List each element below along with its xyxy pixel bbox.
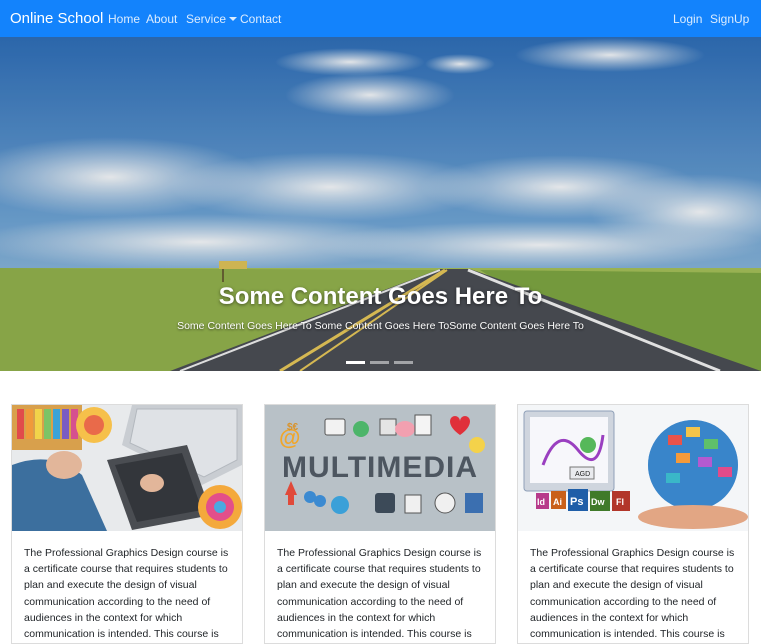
- chevron-down-icon: [229, 17, 238, 21]
- nav-home-link[interactable]: Home: [108, 12, 140, 26]
- course-card-text: The Professional Graphics Design course …: [277, 547, 482, 641]
- hero-subtitle: Some Content Goes Here To Some Content G…: [177, 320, 584, 332]
- signup-link[interactable]: SignUp: [710, 12, 749, 26]
- course-card-text: The Professional Graphics Design course …: [530, 547, 735, 641]
- carousel-indicator-2[interactable]: [370, 361, 389, 364]
- brand-link[interactable]: Online School: [10, 10, 103, 27]
- course-card: The Professional Graphics Design course …: [11, 404, 243, 644]
- svg-text:$€: $€: [287, 422, 299, 433]
- course-card-text: The Professional Graphics Design course …: [24, 547, 229, 641]
- multimedia-banner-text: MULTIMEDIA: [282, 451, 478, 484]
- hero-title: Some Content Goes Here To: [218, 283, 543, 310]
- nav-contact-link[interactable]: Contact: [240, 12, 281, 26]
- nav-service-label: Service: [186, 12, 227, 26]
- app-label-id: Id: [537, 497, 545, 507]
- app-label-fl: Fl: [616, 497, 624, 507]
- login-link[interactable]: Login: [673, 12, 702, 26]
- course-card: AGD Id Ai Ps Dw Fl The Professional Grap…: [517, 404, 749, 644]
- graphic-design-desk-image: [12, 405, 242, 531]
- app-label-ps: Ps: [570, 496, 583, 508]
- adobe-apps-globe-image: AGD Id Ai Ps Dw Fl: [518, 405, 748, 531]
- app-label-ai: Ai: [553, 497, 562, 507]
- nav-service-dropdown[interactable]: Service: [186, 12, 238, 26]
- app-label-dw: Dw: [591, 497, 605, 507]
- hero-carousel[interactable]: Some Content Goes Here To Some Content G…: [0, 37, 761, 371]
- carousel-indicator-3[interactable]: [394, 361, 413, 364]
- course-card: @ $€ MULTIMEDIA The Professional Graphic…: [264, 404, 496, 644]
- carousel-indicator-1[interactable]: [346, 361, 365, 364]
- app-label-agd: AGD: [575, 471, 590, 478]
- navbar: Online School Home About Service Contact…: [0, 0, 761, 37]
- nav-about-link[interactable]: About: [146, 12, 177, 26]
- multimedia-banner-image: @ $€ MULTIMEDIA: [265, 405, 495, 531]
